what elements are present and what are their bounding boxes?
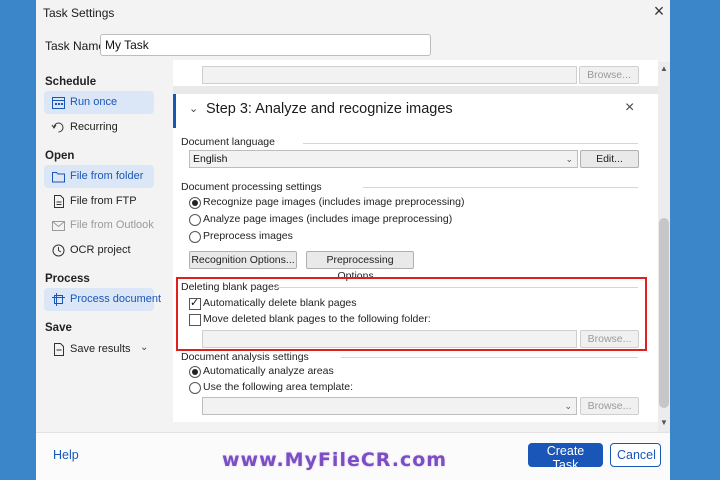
ocr-project-icon	[52, 244, 65, 257]
radio-label: Analyze page images (includes image prep…	[203, 213, 453, 225]
previous-step-card: Browse...	[173, 60, 658, 86]
folder-path-field[interactable]	[202, 66, 577, 84]
sidebar-item-label: File from FTP	[70, 195, 137, 207]
scroll-up-icon[interactable]: ▲	[659, 64, 669, 73]
blank-pages-label: Deleting blank pages	[181, 281, 280, 293]
steps-panel: Browse... ⌄ Step 3: Analyze and recogniz…	[173, 60, 658, 422]
sidebar-item-label: File from folder	[70, 170, 144, 182]
dialog-footer: Help www.MyFileCR.com Create Task Cancel	[36, 432, 670, 480]
checkbox-label: Move deleted blank pages to the followin…	[203, 313, 431, 325]
sidebar-item-label: OCR project	[70, 244, 131, 256]
dialog-title: Task Settings	[43, 6, 115, 20]
checkbox-box	[189, 296, 201, 310]
task-name-input[interactable]	[100, 34, 431, 56]
radio-label: Automatically analyze areas	[203, 365, 334, 377]
preprocessing-options-button[interactable]: Preprocessing Options...	[306, 251, 414, 282]
section-process: Process	[45, 273, 90, 285]
area-template-select[interactable]: ⌄	[202, 397, 577, 415]
radio-area-template[interactable]: Use the following area template:	[189, 381, 489, 395]
radio-dot	[189, 382, 201, 394]
section-open: Open	[45, 150, 75, 162]
doc-language-label: Document language	[181, 136, 275, 148]
save-results-icon	[54, 343, 64, 356]
sidebar-item-file-from-ftp[interactable]: File from FTP	[44, 190, 154, 213]
checkbox-label: Automatically delete blank pages	[203, 297, 357, 309]
sidebar-item-save-results[interactable]: Save results ⌄	[44, 338, 154, 361]
ftp-icon	[54, 195, 64, 208]
sidebar: Schedule Run once Recurring Open File fr…	[36, 68, 166, 428]
sidebar-item-recurring[interactable]: Recurring	[44, 116, 154, 139]
section-save: Save	[45, 322, 72, 334]
recurring-icon	[51, 122, 64, 133]
chevron-down-icon: ⌄	[564, 401, 572, 411]
scroll-down-icon[interactable]: ▼	[659, 418, 669, 427]
process-document-icon	[52, 293, 65, 306]
radio-analyze-images[interactable]: Analyze page images (includes image prep…	[189, 213, 489, 227]
title-bar: Task Settings ×	[36, 0, 670, 26]
radio-label: Use the following area template:	[203, 381, 353, 393]
task-name-label: Task Name:	[45, 39, 109, 53]
doc-language-select[interactable]: English ⌄	[189, 150, 578, 168]
sidebar-item-run-once[interactable]: Run once	[44, 91, 154, 114]
step3-card: ⌄ Step 3: Analyze and recognize images ×…	[173, 94, 658, 422]
checkbox-move-deleted-blank[interactable]: Move deleted blank pages to the followin…	[189, 313, 489, 327]
doc-processing-label: Document processing settings	[181, 181, 322, 193]
sidebar-item-label: Save results	[70, 343, 131, 355]
browse-button-template[interactable]: Browse...	[580, 397, 639, 415]
sidebar-item-ocr-project[interactable]: OCR project	[44, 239, 154, 262]
help-link[interactable]: Help	[53, 448, 79, 462]
folder-icon	[52, 172, 65, 183]
calendar-icon	[52, 97, 65, 109]
radio-dot	[189, 231, 201, 243]
browse-button-blank-pages[interactable]: Browse...	[580, 330, 639, 348]
chevron-down-icon[interactable]: ⌄	[189, 102, 198, 115]
mail-icon	[52, 221, 65, 231]
radio-label: Preprocess images	[203, 230, 293, 242]
radio-dot	[189, 366, 201, 378]
radio-dot	[189, 197, 201, 209]
sidebar-item-file-from-outlook[interactable]: File from Outlook	[44, 214, 154, 237]
doc-analysis-label: Document analysis settings	[181, 351, 309, 363]
checkbox-auto-delete-blank[interactable]: Automatically delete blank pages	[189, 296, 489, 311]
radio-preprocess-images[interactable]: Preprocess images	[189, 230, 489, 244]
divider	[363, 187, 638, 188]
divider	[303, 143, 638, 144]
browse-button-top[interactable]: Browse...	[579, 66, 639, 84]
blank-pages-folder-field[interactable]	[202, 330, 577, 348]
chevron-down-icon[interactable]: ⌄	[140, 342, 148, 353]
watermark: www.MyFileCR.com	[222, 449, 448, 471]
sidebar-item-process-document[interactable]: Process document	[44, 288, 161, 311]
create-task-button[interactable]: Create Task	[528, 443, 603, 472]
scrollbar-thumb[interactable]	[659, 218, 669, 408]
sidebar-item-label: Recurring	[70, 121, 118, 133]
radio-dot	[189, 214, 201, 226]
checkbox-box	[189, 314, 201, 326]
step-accent-bar	[173, 94, 176, 128]
doc-language-value: English	[193, 153, 228, 165]
divider	[276, 287, 638, 288]
vertical-scrollbar[interactable]: ▲ ▼	[658, 62, 670, 432]
radio-auto-analyze[interactable]: Automatically analyze areas	[189, 365, 489, 379]
recognition-options-button[interactable]: Recognition Options...	[189, 251, 297, 269]
step-title: Step 3: Analyze and recognize images	[206, 101, 453, 117]
radio-label: Recognize page images (includes image pr…	[203, 196, 465, 208]
task-settings-dialog: Task Settings × Task Name: Schedule Run …	[36, 0, 670, 480]
cancel-button[interactable]: Cancel	[610, 443, 661, 467]
edit-language-button[interactable]: Edit...	[580, 150, 639, 168]
radio-recognize-images[interactable]: Recognize page images (includes image pr…	[189, 196, 489, 210]
sidebar-item-label: File from Outlook	[70, 219, 154, 231]
section-schedule: Schedule	[45, 76, 97, 88]
close-icon[interactable]: ×	[650, 2, 668, 20]
sidebar-item-label: Run once	[70, 96, 118, 108]
sidebar-item-file-from-folder[interactable]: File from folder	[44, 165, 154, 188]
chevron-down-icon: ⌄	[565, 154, 573, 164]
sidebar-item-label: Process document	[70, 293, 162, 305]
divider	[341, 357, 638, 358]
close-icon[interactable]: ×	[625, 99, 634, 117]
